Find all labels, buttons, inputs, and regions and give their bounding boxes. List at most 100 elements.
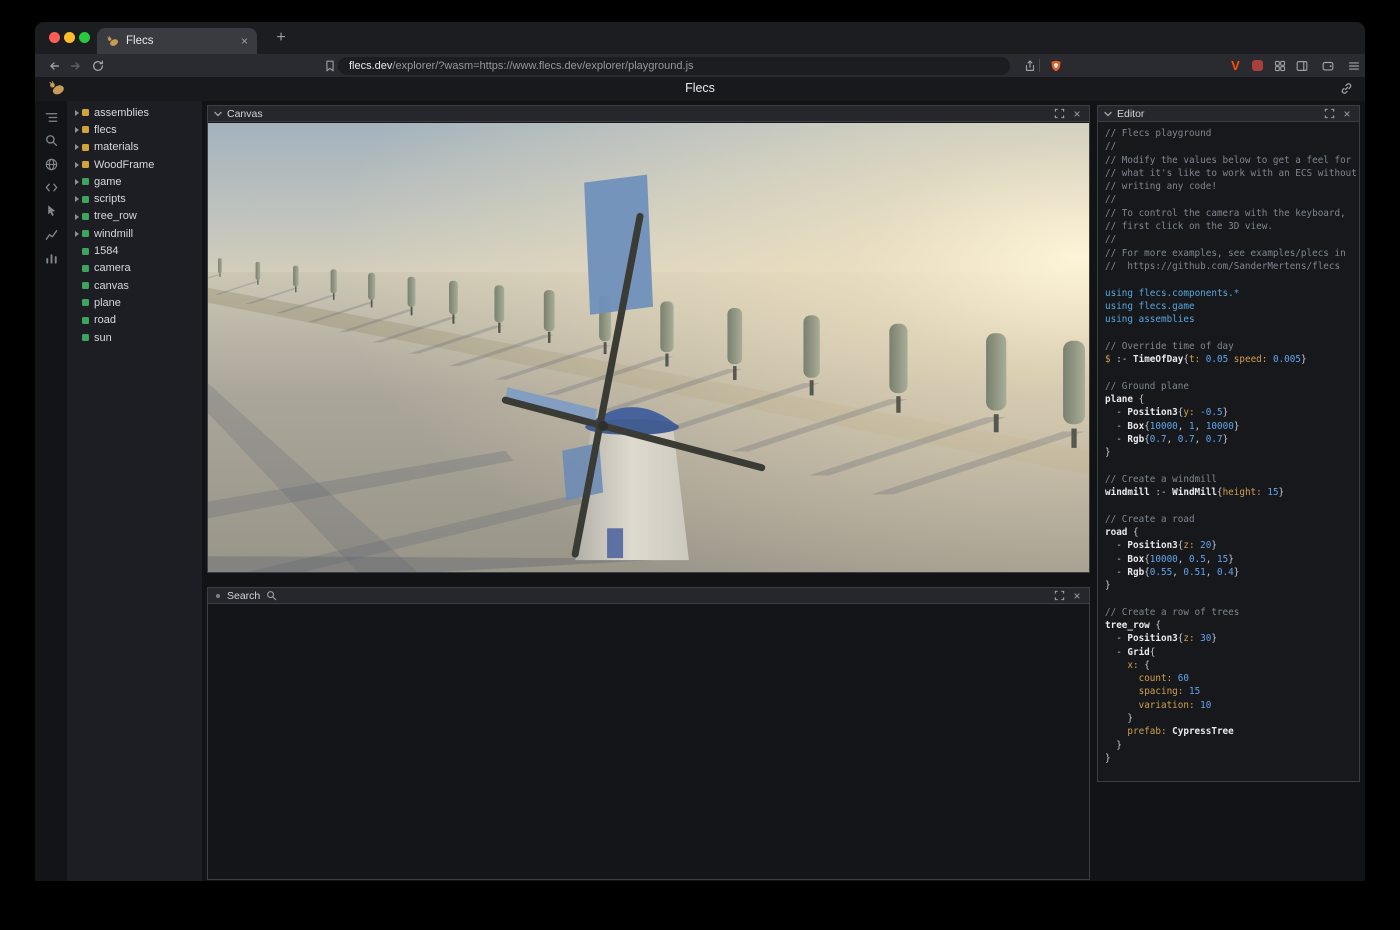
- tree-item-label: sun: [94, 332, 112, 344]
- tree-item-label: plane: [94, 297, 121, 309]
- close-panel-icon[interactable]: ×: [1070, 589, 1084, 603]
- entity-icon: [82, 248, 89, 255]
- entity-icon: [82, 334, 89, 341]
- tree-item-plane[interactable]: plane: [67, 294, 202, 311]
- entity-icon: [82, 178, 89, 185]
- search-icon[interactable]: [35, 129, 67, 152]
- entity-icon: [82, 144, 89, 151]
- expand-arrow-icon[interactable]: [73, 208, 82, 225]
- editor-code[interactable]: // Flecs playground//// Modify the value…: [1098, 123, 1359, 781]
- tree-item-label: tree_row: [94, 210, 137, 222]
- panel-bullet-icon: [216, 594, 220, 598]
- share-icon[interactable]: [1021, 57, 1038, 74]
- bookmark-sidebar-icon[interactable]: [321, 57, 338, 74]
- page-header: Flecs: [35, 77, 1365, 101]
- tree-item-1584[interactable]: 1584: [67, 242, 202, 259]
- wallet-icon[interactable]: [1319, 57, 1336, 74]
- expand-arrow-icon: [73, 329, 82, 346]
- expand-arrow-icon[interactable]: [73, 104, 82, 121]
- tree-item-WoodFrame[interactable]: WoodFrame: [67, 156, 202, 173]
- close-panel-icon[interactable]: ×: [1340, 107, 1354, 121]
- tree-item-label: windmill: [94, 228, 133, 240]
- windmill-door: [607, 528, 623, 558]
- entity-icon: [82, 230, 89, 237]
- entity-icon: [82, 299, 89, 306]
- close-panel-icon[interactable]: ×: [1070, 107, 1084, 121]
- search-panel: Search ×: [207, 587, 1090, 880]
- page-body: assemblies flecs materials WoodFrame game scr…: [35, 101, 1365, 881]
- entity-icon: [82, 161, 89, 168]
- browser-toolbar: flecs.dev/explorer/?wasm=https://www.fle…: [35, 54, 1365, 77]
- expand-arrow-icon[interactable]: [73, 173, 82, 190]
- brave-vpn-icon[interactable]: V: [1227, 57, 1244, 74]
- entity-icon: [82, 265, 89, 272]
- entity-icon: [82, 317, 89, 324]
- reload-icon[interactable]: [89, 57, 106, 74]
- tree-item-tree_row[interactable]: tree_row: [67, 208, 202, 225]
- tree-item-label: 1584: [94, 245, 118, 257]
- menu-icon[interactable]: [1345, 57, 1362, 74]
- expand-arrow-icon[interactable]: [73, 191, 82, 208]
- tree-item-label: canvas: [94, 280, 129, 292]
- panel-title: Search: [227, 590, 260, 602]
- tree-item-road[interactable]: road: [67, 312, 202, 329]
- brave-shield-icon[interactable]: [1047, 57, 1064, 74]
- entity-tree-list: assemblies flecs materials WoodFrame game scr…: [67, 104, 202, 346]
- collapse-chevron-icon[interactable]: [1103, 109, 1113, 119]
- world-icon[interactable]: [35, 153, 67, 176]
- code-icon[interactable]: [35, 176, 67, 199]
- tree-item-camera[interactable]: camera: [67, 260, 202, 277]
- tree-item-label: flecs: [94, 124, 117, 136]
- fullscreen-icon[interactable]: [1052, 107, 1066, 121]
- tree-item-label: scripts: [94, 193, 126, 205]
- window-close-button[interactable]: [49, 32, 60, 43]
- tree-item-label: game: [94, 176, 122, 188]
- fullscreen-icon[interactable]: [1322, 107, 1336, 121]
- entity-icon: [82, 196, 89, 203]
- expand-arrow-icon[interactable]: [73, 121, 82, 138]
- url-bar[interactable]: flecs.dev/explorer/?wasm=https://www.fle…: [338, 57, 1010, 75]
- tab-strip: Flecs × +: [35, 22, 1365, 54]
- search-panel-titlebar: Search ×: [208, 588, 1089, 604]
- panel-title: Canvas: [227, 108, 263, 120]
- tree-item-windmill[interactable]: windmill: [67, 225, 202, 242]
- tree-item-canvas[interactable]: canvas: [67, 277, 202, 294]
- expand-arrow-icon: [73, 260, 82, 277]
- expand-arrow-icon: [73, 243, 82, 260]
- permalink-icon[interactable]: [1339, 81, 1354, 96]
- tree-item-scripts[interactable]: scripts: [67, 190, 202, 207]
- tree-item-materials[interactable]: materials: [67, 139, 202, 156]
- search-icon: [266, 590, 277, 601]
- expand-arrow-icon[interactable]: [73, 156, 82, 173]
- tree-item-label: materials: [94, 141, 139, 153]
- fullscreen-icon[interactable]: [1052, 589, 1066, 603]
- expand-arrow-icon: [73, 312, 82, 329]
- pointer-icon[interactable]: [35, 199, 67, 222]
- tree-item-label: assemblies: [94, 107, 149, 119]
- window-fullscreen-button[interactable]: [79, 32, 90, 43]
- collapse-chevron-icon[interactable]: [213, 109, 223, 119]
- forward-icon[interactable]: [67, 57, 84, 74]
- back-icon[interactable]: [45, 57, 62, 74]
- extensions-icon[interactable]: [1271, 57, 1288, 74]
- expand-arrow-icon[interactable]: [73, 225, 82, 242]
- new-tab-button[interactable]: +: [269, 26, 293, 50]
- window-minimize-button[interactable]: [64, 32, 75, 43]
- tree-item-assemblies[interactable]: assemblies: [67, 104, 202, 121]
- search-results-area[interactable]: [208, 605, 1089, 879]
- editor-panel-titlebar: Editor ×: [1098, 106, 1359, 122]
- tree-item-game[interactable]: game: [67, 173, 202, 190]
- entity-tree-icon[interactable]: [35, 106, 67, 129]
- chart-icon[interactable]: [35, 222, 67, 245]
- sidebar-panel-icon[interactable]: [1293, 57, 1310, 74]
- entity-tree-panel: assemblies flecs materials WoodFrame game scr…: [67, 101, 202, 881]
- canvas-3d-view[interactable]: [208, 123, 1089, 572]
- browser-tab-flecs[interactable]: Flecs ×: [97, 28, 257, 54]
- extension-badge-icon[interactable]: [1249, 57, 1266, 74]
- tree-item-sun[interactable]: sun: [67, 329, 202, 346]
- tree-item-flecs[interactable]: flecs: [67, 121, 202, 138]
- stats-icon[interactable]: [35, 246, 67, 269]
- expand-arrow-icon[interactable]: [73, 139, 82, 156]
- tab-close-icon[interactable]: ×: [241, 34, 248, 48]
- browser-window: Flecs × + flecs.dev/explorer/?wasm=https…: [35, 22, 1365, 881]
